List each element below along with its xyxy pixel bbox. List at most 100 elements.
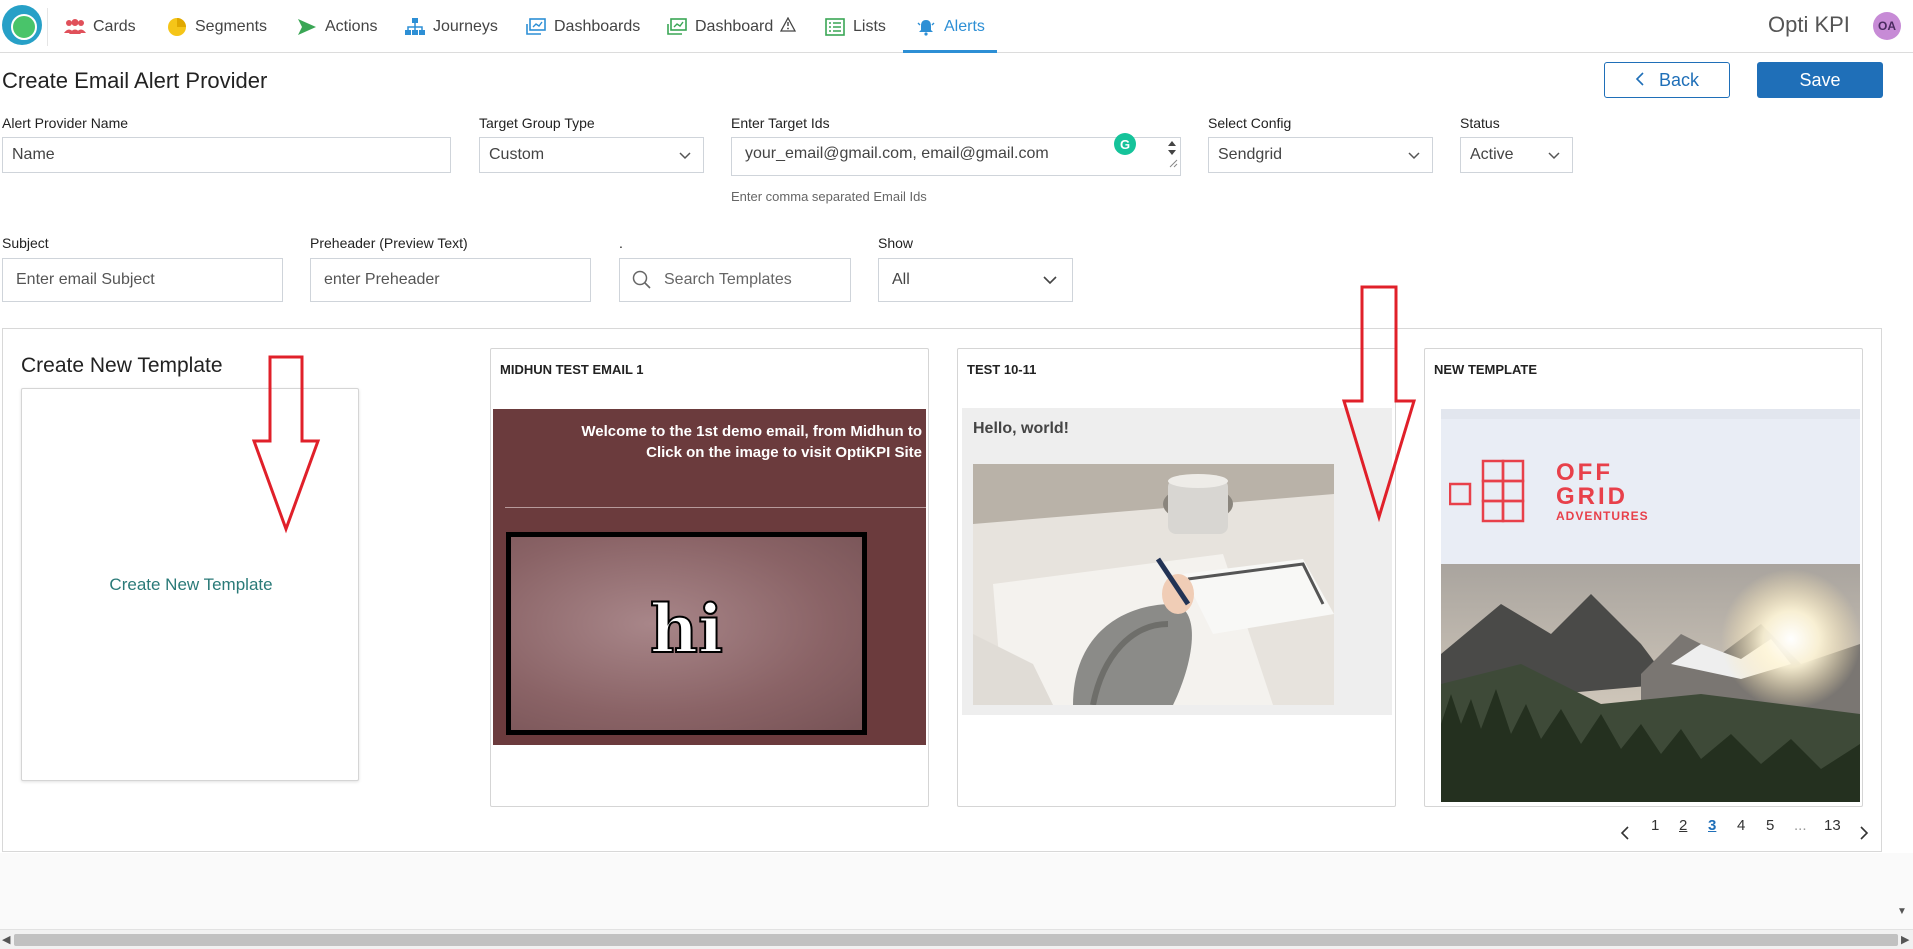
status-label: Status xyxy=(1460,115,1500,131)
preview-line: Welcome to the 1st demo email, from Midh… xyxy=(581,423,922,440)
preview-photo-desk xyxy=(973,464,1334,705)
status-select[interactable]: Active xyxy=(1460,137,1573,173)
template-card-title: MIDHUN TEST EMAIL 1 xyxy=(500,362,644,377)
bell-icon xyxy=(915,17,937,37)
page-ellipsis: ... xyxy=(1794,816,1807,834)
preview-image: hi xyxy=(506,532,867,735)
nav-item-lists[interactable]: Lists xyxy=(824,0,886,53)
resize-handle-icon[interactable] xyxy=(1168,155,1178,173)
template-card[interactable]: MIDHUN TEST EMAIL 1 Welcome to the 1st d… xyxy=(490,348,929,807)
logo-line: ADVENTURES xyxy=(1556,509,1649,523)
nav-item-actions[interactable]: Actions xyxy=(296,0,377,53)
target-ids-textarea[interactable]: your_email@gmail.com, email@gmail.com G xyxy=(731,133,1181,176)
select-config-value: Sendgrid xyxy=(1218,146,1283,163)
sitemap-icon xyxy=(404,17,426,37)
create-template-link[interactable]: Create New Template xyxy=(22,575,360,595)
arrow-down-icon xyxy=(1342,285,1417,523)
search-templates-placeholder: Search Templates xyxy=(664,271,792,288)
subject-input[interactable]: Enter email Subject xyxy=(2,258,283,302)
scroll-down-arrow-icon[interactable]: ▼ xyxy=(1897,906,1907,917)
template-preview: OFF GRID ADVENTURES xyxy=(1441,409,1860,802)
nav-item-label: Actions xyxy=(325,17,378,35)
target-group-type-label: Target Group Type xyxy=(479,115,595,131)
search-label: . xyxy=(619,235,623,251)
target-group-type-value: Custom xyxy=(489,146,545,163)
template-card[interactable]: TEST 10-11 Hello, world! xyxy=(957,348,1396,807)
target-ids-hint: Enter comma separated Email Ids xyxy=(731,189,927,204)
nav-item-segments[interactable]: Segments xyxy=(166,0,267,53)
pie-chart-icon xyxy=(166,17,188,37)
page-link[interactable]: 4 xyxy=(1737,817,1745,834)
chevron-down-icon xyxy=(1408,152,1420,160)
brand-name: Opti KPI xyxy=(1768,12,1850,37)
nav-item-label: Lists xyxy=(853,17,886,35)
nav-item-cards[interactable]: Cards xyxy=(64,0,136,53)
provider-name-label: Alert Provider Name xyxy=(2,115,129,131)
nav-item-journeys[interactable]: Journeys xyxy=(404,0,498,53)
target-ids-value: your_email@gmail.com, email@gmail.com xyxy=(745,145,1049,162)
page-footer-area xyxy=(0,853,1913,929)
chevron-down-icon xyxy=(1043,276,1057,285)
dashboard-icon xyxy=(525,17,547,37)
select-config-label: Select Config xyxy=(1208,115,1292,131)
preview-text: Welcome to the 1st demo email, from Midh… xyxy=(581,421,922,463)
app-logo[interactable] xyxy=(2,5,42,45)
chevron-right-icon[interactable] xyxy=(1858,825,1870,845)
subject-placeholder: Enter email Subject xyxy=(16,271,155,288)
page-link[interactable]: 13 xyxy=(1824,817,1841,834)
preview-image-text: hi xyxy=(649,589,724,669)
scrollbar-thumb[interactable] xyxy=(14,934,1898,946)
search-icon xyxy=(632,270,651,289)
page-link[interactable]: 1 xyxy=(1651,817,1659,834)
page: Cards Segments Actions Journeys Dashboar xyxy=(0,0,1913,949)
back-button[interactable]: Back xyxy=(1604,62,1730,98)
logo-line: OFF xyxy=(1556,459,1613,486)
top-nav: Cards Segments Actions Journeys Dashboar xyxy=(0,0,1913,53)
scroll-right-arrow-icon[interactable]: ▶ xyxy=(1901,933,1909,946)
chevron-down-icon xyxy=(1548,152,1560,160)
send-icon xyxy=(296,17,318,37)
arrow-down-icon xyxy=(252,355,321,534)
template-card-title: NEW TEMPLATE xyxy=(1434,362,1538,377)
show-select[interactable]: All xyxy=(878,258,1073,302)
preview-top-strip xyxy=(1441,409,1860,419)
preheader-label: Preheader (Preview Text) xyxy=(310,235,468,251)
show-value: All xyxy=(892,271,910,288)
create-template-heading: Create New Template xyxy=(21,354,223,377)
preview-photo-mountains xyxy=(1441,564,1860,802)
page-link[interactable]: 2 xyxy=(1679,817,1687,834)
page-link[interactable]: 5 xyxy=(1766,817,1774,834)
template-preview: Welcome to the 1st demo email, from Midh… xyxy=(493,409,926,745)
search-templates-input[interactable]: Search Templates xyxy=(619,258,851,302)
provider-name-input[interactable]: Name xyxy=(2,137,451,173)
off-grid-logo-text: OFF GRID ADVENTURES xyxy=(1556,459,1649,524)
preview-line: Click on the image to visit OptiKPI Site xyxy=(646,444,922,461)
preheader-input[interactable]: enter Preheader xyxy=(310,258,591,302)
chevron-left-icon xyxy=(1635,70,1645,91)
page-title: Create Email Alert Provider xyxy=(2,68,268,93)
users-icon xyxy=(64,17,86,37)
preview-greeting: Hello, world! xyxy=(973,420,1069,437)
target-ids-label: Enter Target Ids xyxy=(731,115,830,131)
nav-divider xyxy=(47,8,48,46)
grammarly-icon[interactable]: G xyxy=(1114,133,1136,155)
save-button[interactable]: Save xyxy=(1757,62,1883,98)
chevron-left-icon[interactable] xyxy=(1619,825,1631,845)
nav-item-label: Journeys xyxy=(433,17,498,35)
nav-item-dashboard[interactable]: Dashboard xyxy=(666,0,797,53)
nav-item-alerts[interactable]: Alerts xyxy=(903,0,997,53)
template-card-title: TEST 10-11 xyxy=(967,362,1037,377)
select-config-select[interactable]: Sendgrid xyxy=(1208,137,1433,173)
nav-item-dashboards[interactable]: Dashboards xyxy=(525,0,640,53)
status-value: Active xyxy=(1470,146,1514,163)
page-link-current[interactable]: 3 xyxy=(1708,817,1716,834)
horizontal-scrollbar[interactable]: ◀ ▶ xyxy=(0,929,1913,949)
nav-item-label: Dashboard xyxy=(695,17,774,35)
template-card[interactable]: NEW TEMPLATE OFF GRID ADVENTURES xyxy=(1424,348,1863,807)
avatar[interactable]: OA xyxy=(1873,12,1901,40)
scroll-left-arrow-icon[interactable]: ◀ xyxy=(2,933,10,946)
target-group-type-select[interactable]: Custom xyxy=(479,137,704,173)
provider-name-value: Name xyxy=(12,146,55,163)
nav-item-label: Segments xyxy=(195,17,268,35)
nav-item-label: Alerts xyxy=(944,17,985,35)
